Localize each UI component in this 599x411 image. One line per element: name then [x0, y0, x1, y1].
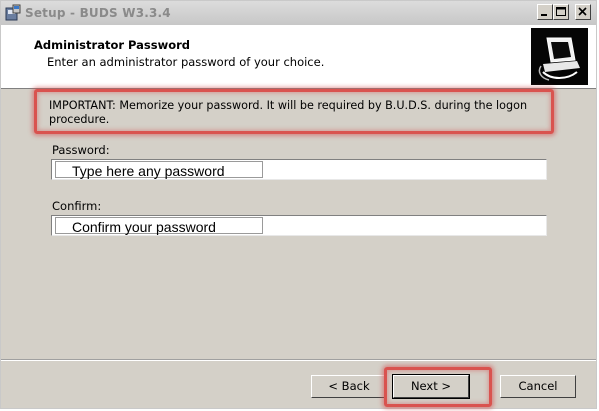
important-notice-text: IMPORTANT: Memorize your password. It wi…	[49, 99, 528, 126]
back-button[interactable]: < Back	[311, 375, 387, 398]
page-subtitle: Enter an administrator password of your …	[47, 55, 325, 69]
wizard-header: Administrator Password Enter an administ…	[1, 25, 596, 89]
confirm-hint-box: Confirm your password	[55, 217, 263, 235]
password-label: Password:	[52, 143, 110, 157]
maximize-button[interactable]	[553, 4, 569, 20]
close-icon	[578, 7, 587, 16]
window-title: Setup - BUDS W3.3.4	[25, 6, 171, 20]
password-value: Type here any password	[72, 163, 225, 179]
title-bar[interactable]: Setup - BUDS W3.3.4	[1, 1, 596, 26]
computer-icon	[531, 28, 588, 85]
password-field[interactable]: Type here any password	[51, 159, 547, 180]
minimize-icon	[541, 14, 547, 16]
confirm-field[interactable]: Confirm your password	[51, 215, 547, 236]
maximize-icon	[556, 7, 566, 16]
footer-divider-highlight	[1, 360, 596, 361]
minimize-button[interactable]	[537, 4, 553, 20]
page-title: Administrator Password	[34, 38, 191, 52]
setup-window: Setup - BUDS W3.3.4 Administrator Passwo…	[0, 0, 597, 409]
confirm-label: Confirm:	[52, 199, 102, 213]
confirm-value: Confirm your password	[72, 219, 216, 235]
cancel-button[interactable]: Cancel	[500, 375, 576, 398]
close-button[interactable]	[575, 4, 591, 20]
next-button[interactable]: Next >	[392, 374, 470, 399]
important-notice: IMPORTANT: Memorize your password. It wi…	[34, 89, 554, 134]
setup-icon	[4, 4, 22, 22]
password-hint-box: Type here any password	[55, 161, 263, 179]
